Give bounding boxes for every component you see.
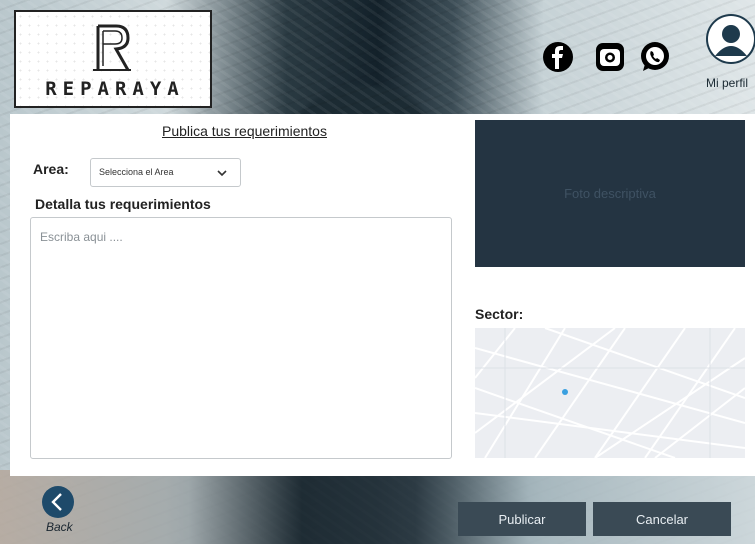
photo-upload-area[interactable]: Foto descriptiva xyxy=(475,120,745,267)
logo-r-icon xyxy=(93,24,131,71)
whatsapp-icon[interactable] xyxy=(638,40,672,74)
request-form-panel: Publica tus requerimientos Area: Selecci… xyxy=(10,114,755,476)
cancel-button[interactable]: Cancelar xyxy=(593,502,731,536)
sector-label: Sector: xyxy=(475,306,524,322)
chevron-down-icon xyxy=(217,170,227,177)
location-pin-icon xyxy=(562,389,568,395)
details-placeholder: Escriba aqui .... xyxy=(40,230,123,244)
details-label: Detalla tus requerimientos xyxy=(35,196,211,212)
details-textarea[interactable]: Escriba aqui .... xyxy=(30,217,452,459)
area-select-value: Selecciona el Area xyxy=(99,167,174,177)
back-icon xyxy=(42,486,74,518)
back-button[interactable]: Back xyxy=(40,484,90,540)
back-label: Back xyxy=(46,520,73,534)
avatar xyxy=(706,14,755,64)
page-title: Publica tus requerimientos xyxy=(162,123,327,139)
sector-map[interactable] xyxy=(475,328,745,458)
user-icon xyxy=(708,16,754,62)
publish-button[interactable]: Publicar xyxy=(458,502,586,536)
profile-label: Mi perfil xyxy=(706,76,749,90)
map-streets xyxy=(475,328,745,458)
area-label: Area: xyxy=(33,161,69,177)
profile-link[interactable]: Mi perfil xyxy=(700,14,755,94)
logo[interactable]: REPARAYA xyxy=(14,10,212,108)
area-select[interactable]: Selecciona el Area xyxy=(90,158,241,187)
logo-text: REPARAYA xyxy=(45,78,185,100)
facebook-icon[interactable] xyxy=(541,40,575,74)
photo-label: Foto descriptiva xyxy=(564,186,656,201)
instagram-icon[interactable] xyxy=(593,40,627,74)
